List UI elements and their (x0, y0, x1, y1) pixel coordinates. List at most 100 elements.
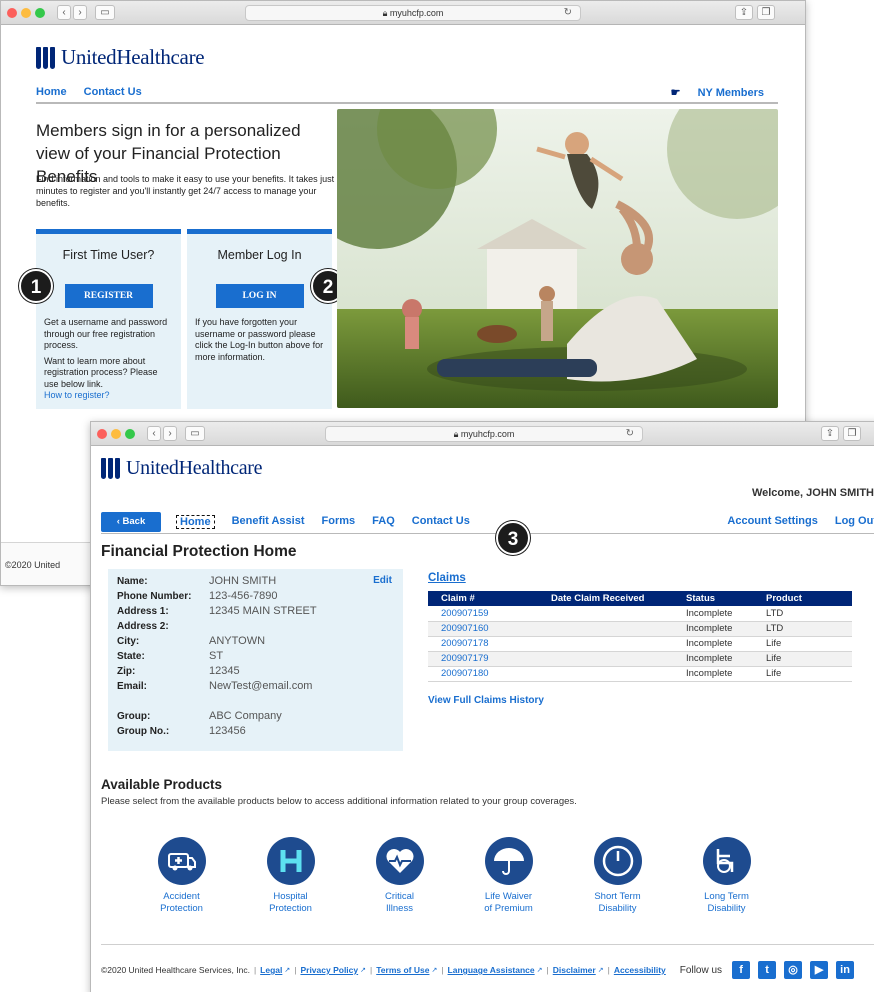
info-row-address2: Address 2: (117, 621, 169, 632)
sidebar-icon[interactable]: ▭ (95, 5, 115, 20)
minimize-window-button[interactable] (111, 429, 121, 439)
external-link-icon: ↗ (360, 967, 366, 974)
product-label: Disability (598, 903, 637, 914)
register-button[interactable]: REGISTER (64, 284, 153, 308)
claims-table: Claim # Date Claim Received Status Produ… (428, 591, 852, 682)
nav-forms[interactable]: Forms (322, 515, 356, 529)
product-long-term-disability[interactable]: Long Term Disability (672, 837, 781, 915)
address-bar[interactable]: 🔒︎ myuhcfp.com ↻ (325, 426, 643, 442)
minimize-window-button[interactable] (21, 8, 31, 18)
product-critical-illness[interactable]: Critical Illness (345, 837, 454, 915)
twitter-icon[interactable]: t (758, 961, 777, 979)
product-label: Protection (269, 903, 312, 914)
heart-icon (375, 837, 424, 885)
linkedin-icon[interactable]: in (836, 961, 855, 979)
product-label: Life Waiver (484, 891, 533, 902)
login-button[interactable]: LOG IN (215, 284, 304, 308)
footer-divider: | (253, 965, 257, 975)
product-label: Hospital (273, 891, 308, 902)
ny-members-link[interactable]: ☛ NY Members (671, 86, 778, 99)
footer: ©2020 United Healthcare Services, Inc. |… (101, 944, 874, 982)
footer-link-disclaimer[interactable]: Disclaimer (553, 965, 596, 975)
claims-heading[interactable]: Claims (428, 572, 466, 584)
table-row: 200907178 Incomplete Life (428, 636, 852, 652)
nav-contact-us[interactable]: Contact Us (84, 86, 142, 98)
back-arrow-icon[interactable]: ‹ (57, 5, 71, 20)
back-arrow-icon[interactable]: ‹ (147, 426, 161, 441)
lock-icon: 🔒︎ (382, 8, 388, 18)
how-to-register-link[interactable]: How to register? (44, 390, 181, 400)
zoom-window-button[interactable] (125, 429, 135, 439)
nav-benefit-assist[interactable]: Benefit Assist (232, 515, 305, 529)
nav-home[interactable]: Home (176, 515, 215, 529)
footer-link-privacy[interactable]: Privacy Policy (300, 965, 358, 975)
close-window-button[interactable] (97, 429, 107, 439)
share-icon[interactable]: ⇪ (821, 426, 839, 441)
claim-number-link[interactable]: 200907180 (428, 666, 538, 682)
follow-us-label: Follow us (679, 964, 723, 976)
footer-divider: | (607, 965, 610, 975)
logo[interactable]: UnitedHealthcare (101, 457, 263, 480)
external-link-icon: ↗ (536, 967, 543, 974)
callout-badge-3: 3 (496, 521, 530, 555)
claim-number-link[interactable]: 200907178 (428, 636, 538, 652)
product-hospital-protection[interactable]: Hospital Protection (236, 837, 345, 915)
address-bar[interactable]: 🔒︎ myuhcfp.com ↻ (245, 5, 581, 21)
log-out-link[interactable]: Log Out (835, 515, 874, 527)
share-icon[interactable]: ⇪ (735, 5, 753, 20)
hospital-icon (266, 837, 315, 885)
sidebar-icon[interactable]: ▭ (185, 426, 205, 441)
product-short-term-disability[interactable]: Short Term Disability (563, 837, 672, 915)
claim-number-link[interactable]: 200907159 (428, 606, 538, 622)
back-button[interactable]: ‹ Back (101, 512, 161, 532)
instagram-icon[interactable]: ◎ (784, 961, 803, 979)
browser-toolbar: ‹ › ▭ 🔒︎ myuhcfp.com ↻ ⇪ ❐ (1, 1, 805, 25)
nav-faq[interactable]: FAQ (372, 515, 395, 529)
youtube-icon[interactable]: ▶ (810, 961, 829, 979)
top-nav: ‹ Back Home Benefit Assist Forms FAQ Con… (101, 512, 874, 534)
footer-link-terms[interactable]: Terms of Use (376, 965, 429, 975)
nav-contact-us[interactable]: Contact Us (412, 515, 470, 529)
view-full-claims-link[interactable]: View Full Claims History (428, 695, 544, 706)
product-label: Illness (386, 903, 413, 914)
page-title: Financial Protection Home (101, 543, 297, 560)
close-window-button[interactable] (7, 8, 17, 18)
logo[interactable]: UnitedHealthcare (36, 45, 205, 70)
nav-home[interactable]: Home (36, 86, 67, 98)
footer-link-language[interactable]: Language Assistance (448, 965, 535, 975)
account-settings-link[interactable]: Account Settings (727, 515, 817, 527)
browser-toolbar: ‹ › ▭ 🔒︎ myuhcfp.com ↻ ⇪ ❐ (91, 422, 874, 446)
footer-link-accessibility[interactable]: Accessibility (614, 965, 666, 975)
card-text: Want to learn more about registration pr… (44, 355, 158, 389)
reload-icon[interactable]: ↻ (626, 427, 634, 441)
info-row-city: City: ANYTOWN (117, 635, 266, 647)
reload-icon[interactable]: ↻ (564, 6, 572, 20)
product-accident-protection[interactable]: Accident Protection (127, 837, 236, 915)
claim-status: Incomplete (673, 636, 753, 652)
claim-number-link[interactable]: 200907179 (428, 651, 538, 667)
info-row-email: Email: NewTest@email.com (117, 680, 313, 692)
column-header-claim: Claim # (428, 591, 538, 606)
info-row-group-no: Group No.: 123456 (117, 725, 246, 737)
footer-link-legal[interactable]: Legal (260, 965, 282, 975)
footer-divider: | (441, 965, 444, 975)
claim-number-link[interactable]: 200907160 (428, 621, 538, 637)
tabs-icon[interactable]: ❐ (757, 5, 775, 20)
external-link-icon: ↗ (431, 967, 438, 974)
product-list: Accident Protection Hospital Protection … (127, 837, 781, 915)
zoom-window-button[interactable] (35, 8, 45, 18)
facebook-icon[interactable]: f (732, 961, 751, 979)
first-time-user-card: First Time User? REGISTER Get a username… (36, 229, 181, 409)
forward-arrow-icon[interactable]: › (73, 5, 87, 20)
table-header-row: Claim # Date Claim Received Status Produ… (428, 591, 852, 606)
window-controls (7, 8, 45, 18)
claim-status: Incomplete (673, 666, 753, 682)
table-row: 200907159 Incomplete LTD (428, 606, 852, 622)
product-life-waiver[interactable]: Life Waiver of Premium (454, 837, 563, 915)
tabs-icon[interactable]: ❐ (843, 426, 861, 441)
product-label: of Premium (484, 903, 533, 914)
edit-link[interactable]: Edit (373, 575, 392, 586)
forward-arrow-icon[interactable]: › (163, 426, 177, 441)
available-products-description: Please select from the available product… (101, 796, 577, 807)
card-text: If you have forgotten your username or p… (195, 317, 324, 362)
